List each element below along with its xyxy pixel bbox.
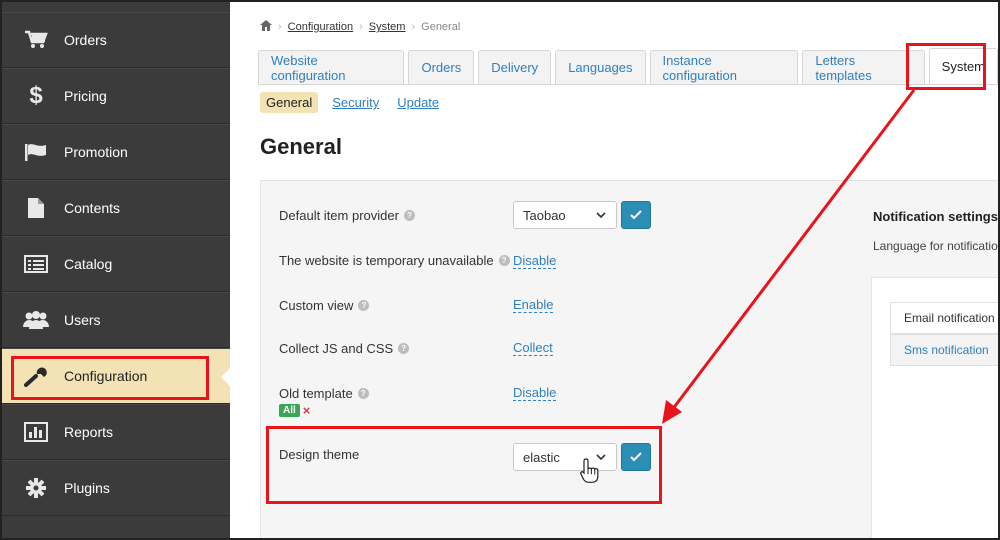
collect-text: Collect JS and CSS [279,341,394,356]
breadcrumb-current: General [421,21,461,33]
cart-icon [22,26,50,54]
subtab-security[interactable]: Security [328,93,383,112]
sidebar-item-label: Users [64,312,101,328]
temp-unavailable-label: The website is temporary unavailable ? [279,253,510,268]
sidebar-item-contents[interactable]: Contents [2,180,230,236]
temp-unavailable-text: The website is temporary unavailable [279,253,494,268]
checkmark-icon [630,208,642,223]
custom-view-label: Custom view ? [279,298,370,313]
breadcrumb: › Configuration › System › General [260,20,460,34]
sidebar-item-plugins[interactable]: Plugins [2,460,230,516]
sidebar: Orders $ Pricing Promotion Contents Cata… [2,2,231,538]
sidebar-item-pricing[interactable]: $ Pricing [2,68,230,124]
highlight-configuration [11,356,209,400]
old-template-tags: All × [279,403,310,418]
sidebar-item-label: Contents [64,200,121,216]
notification-language-label: Language for notificatio [873,239,998,253]
help-icon[interactable]: ? [357,388,369,399]
sidebar-item-label: Catalog [64,256,113,272]
help-icon[interactable]: ? [358,300,370,311]
sidebar-item-label: Orders [64,32,107,48]
default-provider-text: Default item provider [279,208,399,223]
sms-notification-tab[interactable]: Sms notification [890,334,998,366]
sidebar-item-label: Pricing [64,88,107,104]
users-icon [22,306,50,334]
bar-chart-icon [22,418,50,446]
sidebar-item-orders[interactable]: Orders [2,12,230,68]
list-icon [22,250,50,278]
flag-icon [22,138,50,166]
document-icon [22,194,50,222]
tab-orders[interactable]: Orders [408,50,475,84]
breadcrumb-system[interactable]: System [369,21,406,33]
collect-label: Collect JS and CSS ? [279,341,410,356]
default-provider-select[interactable]: Taobao [513,201,617,229]
tab-delivery[interactable]: Delivery [478,50,552,84]
page-title: General [260,134,342,159]
custom-view-toggle[interactable]: Enable [513,297,554,313]
custom-view-text: Custom view [279,298,354,313]
tab-languages[interactable]: Languages [555,50,646,84]
highlight-design-theme [266,426,662,504]
tab-instance-configuration[interactable]: Instance configuration [649,50,799,84]
default-provider-value: Taobao [523,207,566,223]
dollar-icon: $ [29,82,43,109]
help-icon[interactable]: ? [398,343,410,354]
temp-unavailable-toggle[interactable]: Disable [513,253,557,269]
screenshot-frame: Orders $ Pricing Promotion Contents Cata… [0,0,1000,540]
notification-settings-title: Notification settings [873,209,998,224]
remove-icon[interactable]: × [303,403,311,418]
default-provider-label: Default item provider ? [279,208,415,223]
sidebar-item-label: Promotion [64,144,128,160]
sidebar-item-users[interactable]: Users [2,292,230,348]
all-badge: All [279,404,300,417]
old-template-toggle[interactable]: Disable [513,385,557,401]
notification-box: Email notification Sms notification [871,277,998,538]
breadcrumb-separator: › [359,21,363,33]
breadcrumb-separator: › [411,21,416,33]
sidebar-item-catalog[interactable]: Catalog [2,236,230,292]
old-template-text: Old template [279,386,353,401]
chevron-down-icon [596,208,606,225]
sidebar-item-reports[interactable]: Reports [2,404,230,460]
subtab-update[interactable]: Update [393,93,443,112]
email-notification-tab[interactable]: Email notification [890,302,998,334]
breadcrumb-separator: › [278,21,282,33]
highlight-system-tab [906,43,986,90]
tab-website-configuration[interactable]: Website configuration [258,50,405,84]
gear-icon [22,474,50,502]
collect-button[interactable]: Collect [513,340,553,356]
help-icon[interactable]: ? [498,255,510,266]
breadcrumb-configuration[interactable]: Configuration [288,21,353,33]
home-icon[interactable] [260,20,272,34]
tab-bar: Website configuration Orders Delivery La… [258,48,998,84]
help-icon[interactable]: ? [403,210,415,221]
subtab-bar: General Security Update [260,92,443,113]
old-template-label: Old template ? [279,386,369,401]
default-provider-save-button[interactable] [621,201,651,229]
tab-divider [258,84,998,85]
sidebar-item-label: Plugins [64,480,110,496]
subtab-general[interactable]: General [260,92,319,113]
sidebar-item-promotion[interactable]: Promotion [2,124,230,180]
sidebar-item-label: Reports [64,424,114,440]
